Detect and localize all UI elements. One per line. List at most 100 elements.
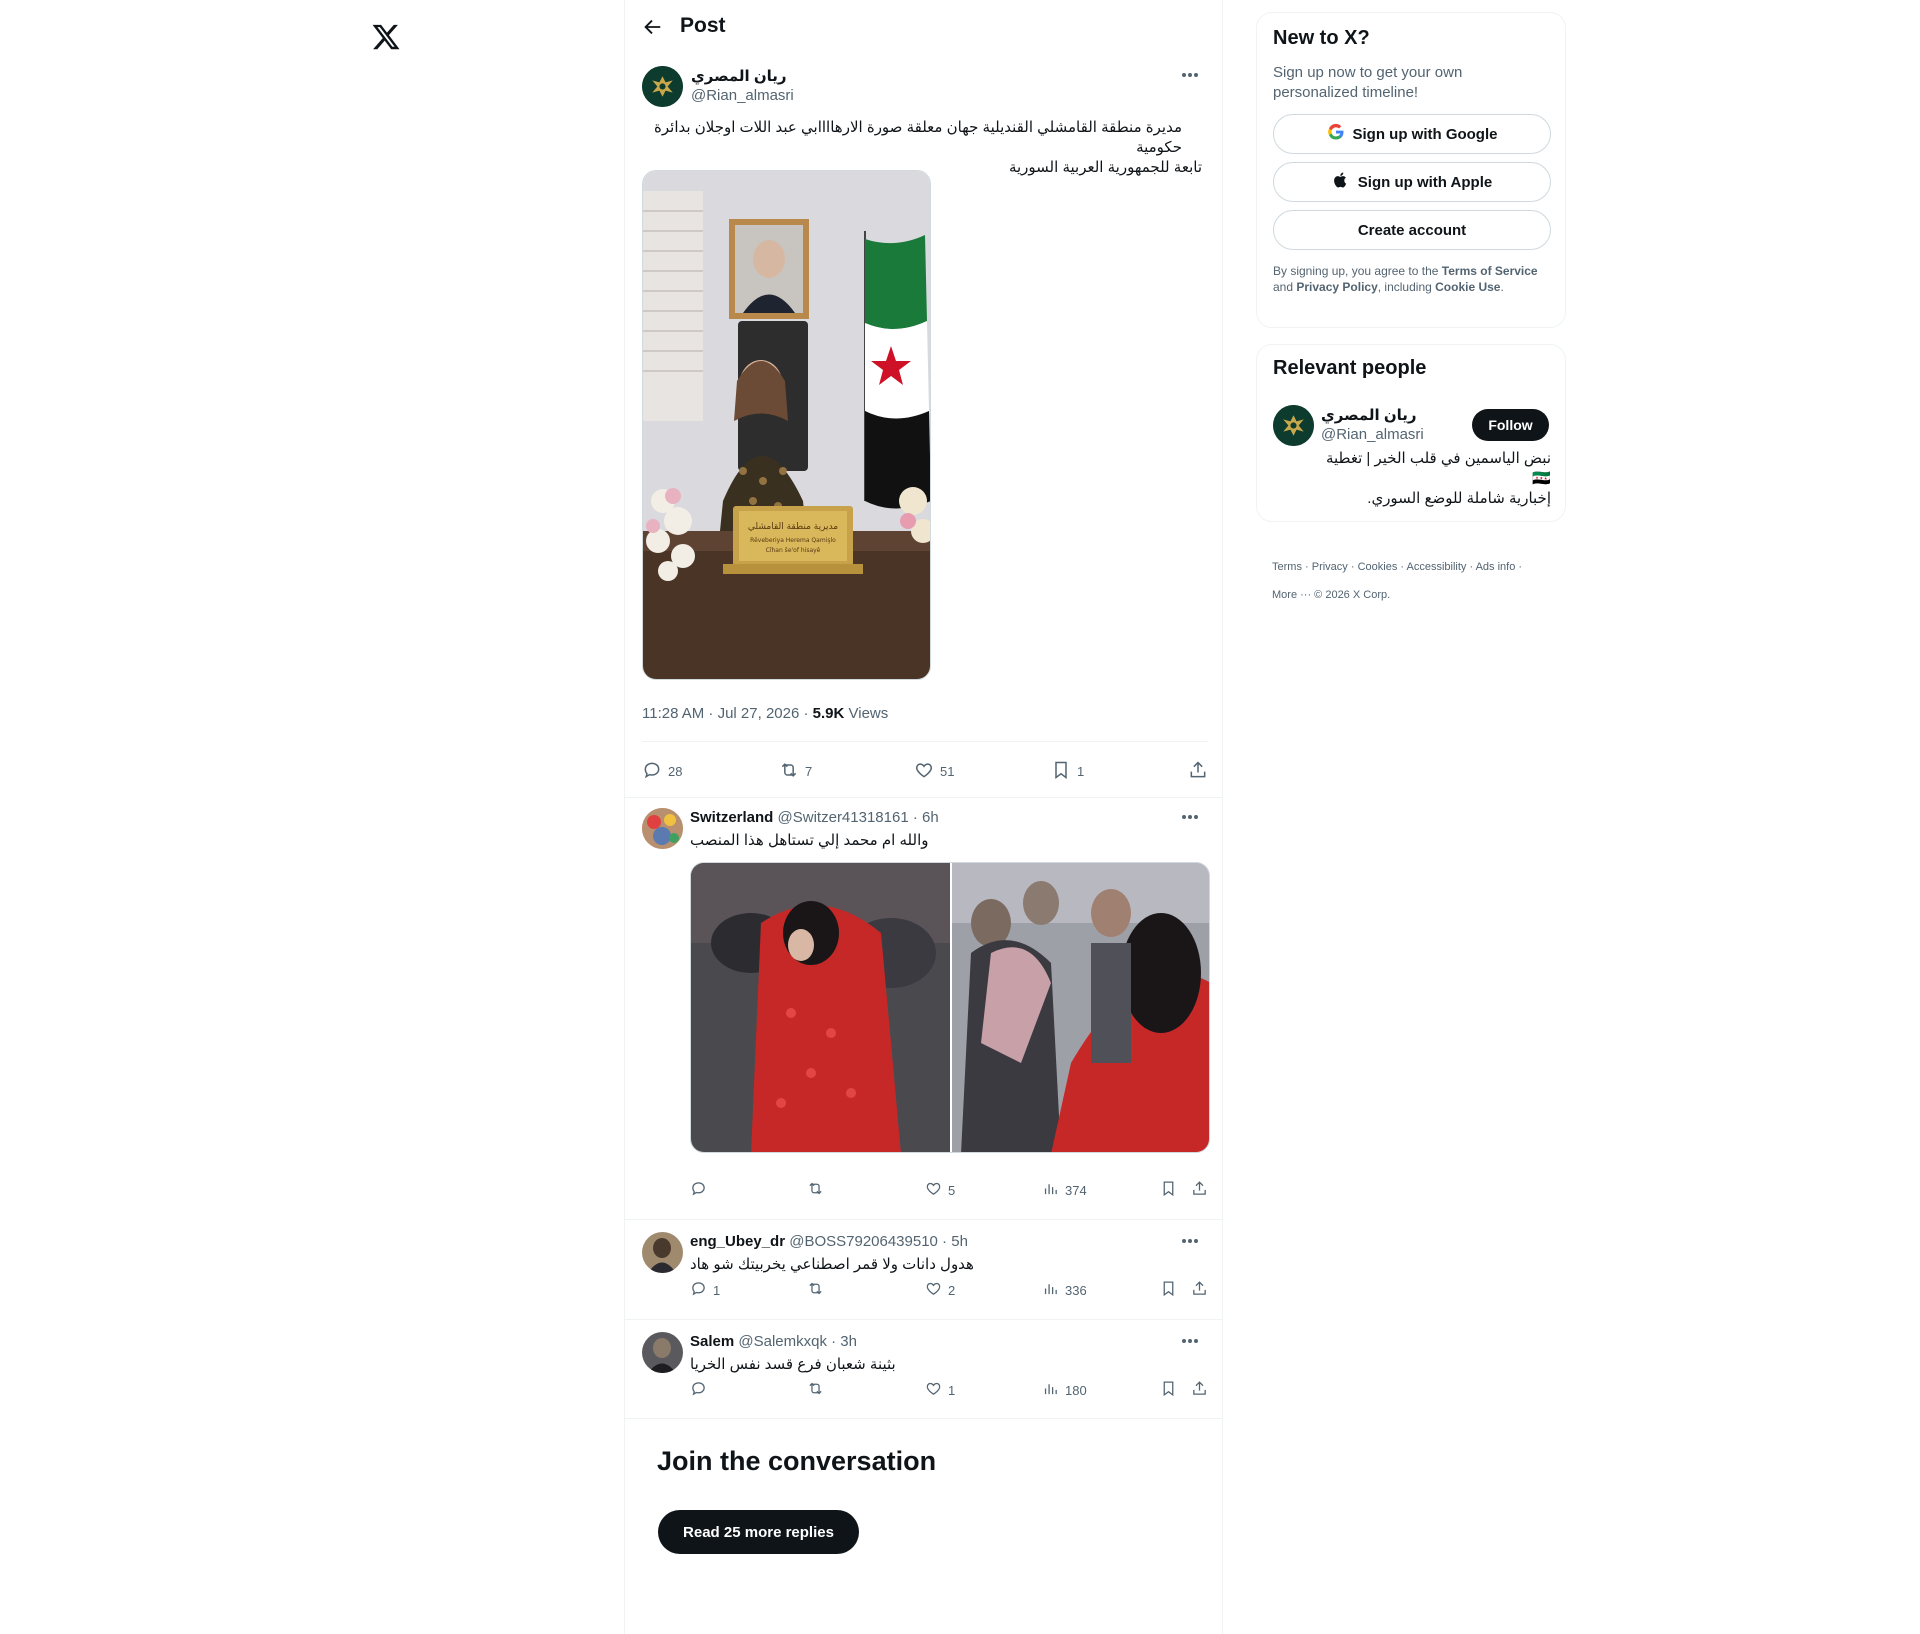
relevant-name[interactable]: ريان المصري <box>1321 406 1417 424</box>
footer-ads-link[interactable]: Ads info <box>1476 561 1516 573</box>
page-title: Post <box>680 14 726 37</box>
reply-button[interactable]: 1 <box>690 1280 720 1300</box>
google-icon <box>1327 123 1345 145</box>
share-icon <box>1191 1180 1208 1200</box>
reply-button[interactable] <box>690 1380 713 1400</box>
bookmark-icon <box>1160 1280 1177 1300</box>
repost-button[interactable] <box>807 1280 824 1300</box>
like-button[interactable]: 51 <box>914 760 954 783</box>
footer-accessibility-link[interactable]: Accessibility <box>1407 561 1467 573</box>
create-account-button[interactable]: Create account <box>1273 210 1551 250</box>
signup-title: New to X? <box>1273 27 1370 49</box>
like-button[interactable]: 1 <box>925 1380 955 1400</box>
legal-text: . <box>1500 280 1504 294</box>
heart-icon <box>925 1180 942 1200</box>
divider <box>625 1219 1223 1220</box>
more-options-icon[interactable] <box>1179 68 1201 82</box>
views-button[interactable]: 374 <box>1042 1180 1087 1200</box>
like-count: 1 <box>948 1382 956 1398</box>
views-count: 374 <box>1065 1182 1087 1198</box>
share-icon <box>1191 1380 1208 1400</box>
bookmark-button[interactable] <box>1160 1180 1177 1200</box>
post-text-line: مديرة منطقة القامشلي القنديلية جهان معلق… <box>654 119 1182 156</box>
x-logo-icon[interactable] <box>371 22 401 52</box>
bookmark-button[interactable] <box>1160 1380 1177 1400</box>
bookmark-icon <box>1160 1180 1177 1200</box>
reply-header: eng_Ubey_dr @BOSS79206439510 · 5h <box>690 1233 968 1250</box>
views-button[interactable]: 180 <box>1042 1380 1087 1400</box>
legal-text: By signing up, you agree to the <box>1273 264 1442 278</box>
post-text: مديرة منطقة القامشلي القنديلية جهان معلق… <box>642 118 1202 178</box>
share-button[interactable] <box>1191 1280 1208 1300</box>
reply-author-name[interactable]: Salem <box>690 1333 734 1350</box>
post-meta: 11:28 AM · Jul 27, 2026 · 5.9K Views <box>642 705 888 722</box>
reply-author-handle[interactable]: @Switzer41318161 · 6h <box>778 809 939 826</box>
bookmark-button[interactable]: 1 <box>1051 760 1084 783</box>
reply-header: Salem @Salemkxqk · 3h <box>690 1333 857 1350</box>
reply-avatar[interactable] <box>642 1332 683 1373</box>
repost-button[interactable] <box>807 1180 824 1200</box>
signup-apple-button[interactable]: Sign up with Apple <box>1273 162 1551 202</box>
author-name[interactable]: ريان المصري <box>691 67 787 85</box>
bio-line: نبض الياسمين في قلب الخير | تغطية 🇸🇾 <box>1325 450 1551 487</box>
post-header: Post <box>625 0 1223 54</box>
follow-button[interactable]: Follow <box>1472 409 1549 441</box>
signup-apple-label: Sign up with Apple <box>1357 173 1493 191</box>
reply-icon <box>642 760 662 783</box>
signup-google-label: Sign up with Google <box>1352 125 1498 143</box>
reply-button[interactable]: 28 <box>642 760 682 783</box>
apple-icon <box>1332 171 1350 193</box>
more-options-icon[interactable] <box>1179 1334 1201 1348</box>
relevant-handle[interactable]: @Rian_almasri <box>1321 426 1424 443</box>
views-count: 5.9K <box>812 705 845 722</box>
footer-privacy-link[interactable]: Privacy <box>1312 561 1348 573</box>
reply-button[interactable] <box>690 1180 713 1200</box>
bookmark-icon <box>1160 1380 1177 1400</box>
privacy-link[interactable]: Privacy Policy <box>1296 280 1377 294</box>
share-button[interactable] <box>1188 760 1208 783</box>
bio-line: إخبارية شاملة للوضع السوري. <box>1367 490 1551 507</box>
footer-cookies-link[interactable]: Cookies <box>1358 561 1398 573</box>
heart-icon <box>925 1280 942 1300</box>
reply-author-name[interactable]: eng_Ubey_dr <box>690 1233 785 1250</box>
share-button[interactable] <box>1191 1180 1208 1200</box>
relevant-title: Relevant people <box>1273 357 1427 379</box>
like-button[interactable]: 5 <box>925 1180 955 1200</box>
post-timestamp[interactable]: 11:28 AM · Jul 27, 2026 · <box>642 705 813 722</box>
read-more-replies-button[interactable]: Read 25 more replies <box>658 1510 859 1554</box>
legal-text: , including <box>1377 280 1436 294</box>
author-avatar[interactable] <box>642 66 683 107</box>
reply-text: هدول دانات ولا قمر اصطناعي يخربيتك شو ها… <box>690 1256 974 1273</box>
views-label: Views <box>844 705 889 722</box>
reply-author-handle[interactable]: @Salemkxqk · 3h <box>738 1333 857 1350</box>
back-arrow-icon[interactable] <box>641 16 663 38</box>
cookie-link[interactable]: Cookie Use <box>1435 280 1500 294</box>
reply-author-handle[interactable]: @BOSS79206439510 · 5h <box>789 1233 968 1250</box>
post-image[interactable]: مديرية منطقة القامشلي Rêveberiya Herema … <box>642 170 931 680</box>
divider <box>625 797 1223 798</box>
legal-text: and <box>1273 280 1297 294</box>
divider <box>642 741 1208 742</box>
signup-google-button[interactable]: Sign up with Google <box>1273 114 1551 154</box>
reply-author-name[interactable]: Switzerland <box>690 809 773 826</box>
views-button[interactable]: 336 <box>1042 1280 1087 1300</box>
relevant-avatar[interactable] <box>1273 405 1314 446</box>
relevant-bio: نبض الياسمين في قلب الخير | تغطية 🇸🇾 إخب… <box>1321 449 1551 509</box>
main-column: Post ريان المصري @Rian_almasri مديرة منط… <box>624 0 1223 1634</box>
terms-link[interactable]: Terms of Service <box>1442 264 1538 278</box>
footer-more-link[interactable]: More ··· <box>1272 589 1311 601</box>
footer-terms-link[interactable]: Terms <box>1272 561 1302 573</box>
like-button[interactable]: 2 <box>925 1280 955 1300</box>
bookmark-button[interactable] <box>1160 1280 1177 1300</box>
repost-button[interactable] <box>807 1380 824 1400</box>
signup-card: New to X? Sign up now to get your own pe… <box>1256 12 1566 328</box>
nameplate-text: Rêveberiya Herema Qamişlo <box>750 537 836 544</box>
repost-button[interactable]: 7 <box>779 760 812 783</box>
reply-avatar[interactable] <box>642 808 683 849</box>
more-options-icon[interactable] <box>1179 810 1201 824</box>
more-options-icon[interactable] <box>1179 1234 1201 1248</box>
author-handle[interactable]: @Rian_almasri <box>691 87 794 104</box>
share-button[interactable] <box>1191 1380 1208 1400</box>
reply-avatar[interactable] <box>642 1232 683 1273</box>
reply-media[interactable] <box>690 862 1210 1153</box>
